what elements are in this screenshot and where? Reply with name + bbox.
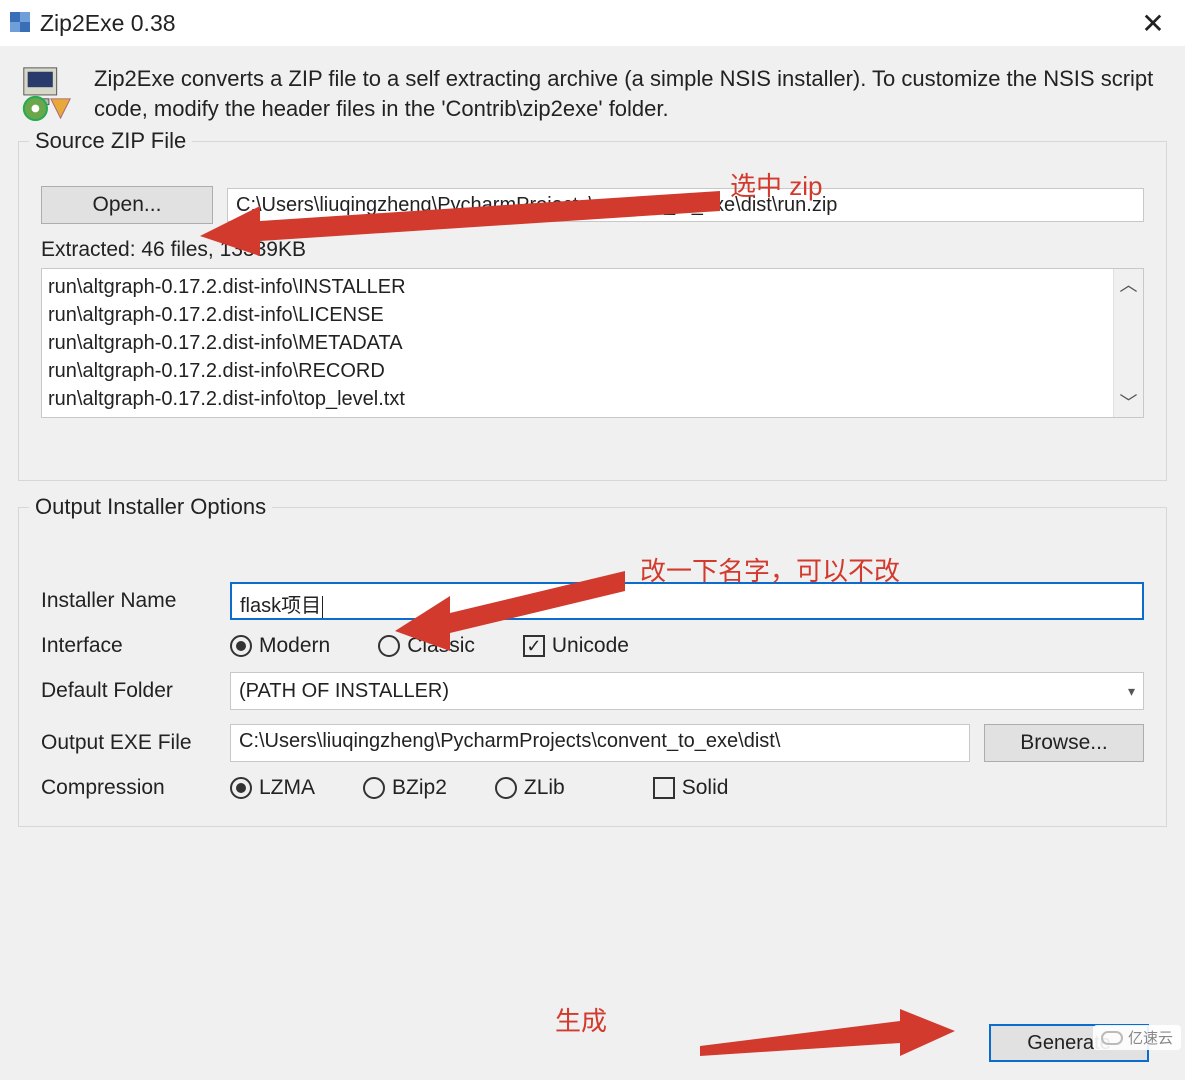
intro-icon (18, 64, 76, 122)
compression-lzma-radio[interactable]: LZMA (230, 776, 315, 800)
list-item[interactable]: run\altgraph-0.17.2.dist-info\METADATA (48, 329, 1137, 357)
list-item[interactable]: run\altgraph-0.17.2.dist-info\top_level.… (48, 385, 1137, 413)
interface-modern-radio[interactable]: Modern (230, 634, 330, 658)
output-exe-field[interactable]: C:\Users\liuqingzheng\PycharmProjects\co… (230, 724, 970, 762)
output-exe-label: Output EXE File (41, 731, 216, 755)
watermark: 亿速云 (1093, 1025, 1181, 1050)
list-item[interactable]: run\altgraph-0.17.2.dist-info\RECORD (48, 357, 1137, 385)
output-options-group: Output Installer Options Installer Name … (18, 507, 1167, 827)
intro-text: Zip2Exe converts a ZIP file to a self ex… (94, 64, 1167, 123)
compression-zlib-radio[interactable]: ZLib (495, 776, 565, 800)
titlebar: Zip2Exe 0.38 ✕ (0, 0, 1185, 46)
source-zip-legend: Source ZIP File (29, 128, 192, 154)
compression-label: Compression (41, 776, 216, 800)
extracted-label: Extracted: 46 files, 13339KB (41, 238, 1144, 262)
browse-button[interactable]: Browse... (984, 724, 1144, 762)
interface-label: Interface (41, 634, 216, 658)
close-button[interactable]: ✕ (1131, 1, 1175, 45)
scroll-up-icon[interactable]: ︿ (1120, 269, 1138, 299)
source-zip-group: Source ZIP File Open... C:\Users\liuqing… (18, 141, 1167, 481)
cloud-icon (1101, 1031, 1123, 1045)
list-item[interactable]: run\altgraph-0.17.2.dist-info\INSTALLER (48, 273, 1137, 301)
annotation-generate: 生成 (555, 1001, 607, 1038)
default-folder-select[interactable]: (PATH OF INSTALLER) ▾ (230, 672, 1144, 710)
open-button[interactable]: Open... (41, 186, 213, 224)
output-options-legend: Output Installer Options (29, 494, 272, 520)
window-title: Zip2Exe 0.38 (40, 10, 176, 37)
default-folder-label: Default Folder (41, 679, 216, 703)
installer-name-input[interactable]: flask项目 (230, 582, 1144, 620)
interface-unicode-checkbox[interactable]: ✓ Unicode (523, 634, 629, 658)
source-path-field[interactable]: C:\Users\liuqingzheng\PycharmProjects\co… (227, 188, 1144, 222)
installer-name-value: flask项目 (240, 595, 321, 617)
dialog-body: Zip2Exe converts a ZIP file to a self ex… (0, 46, 1185, 1080)
file-list[interactable]: run\altgraph-0.17.2.dist-info\INSTALLER … (41, 268, 1144, 418)
chevron-down-icon: ▾ (1128, 683, 1135, 700)
list-item[interactable]: run\altgraph-0.17.2.dist-info\LICENSE (48, 301, 1137, 329)
arrow-to-generate (700, 1001, 960, 1061)
compression-bzip2-radio[interactable]: BZip2 (363, 776, 447, 800)
window: Zip2Exe 0.38 ✕ Zip2Exe converts a ZIP fi… (0, 0, 1185, 1080)
installer-name-label: Installer Name (41, 589, 216, 613)
compression-solid-checkbox[interactable]: Solid (653, 776, 729, 800)
scrollbar[interactable]: ︿ ﹀ (1113, 269, 1143, 417)
scroll-down-icon[interactable]: ﹀ (1120, 387, 1138, 417)
app-icon (10, 12, 32, 34)
interface-classic-radio[interactable]: Classic (378, 634, 475, 658)
